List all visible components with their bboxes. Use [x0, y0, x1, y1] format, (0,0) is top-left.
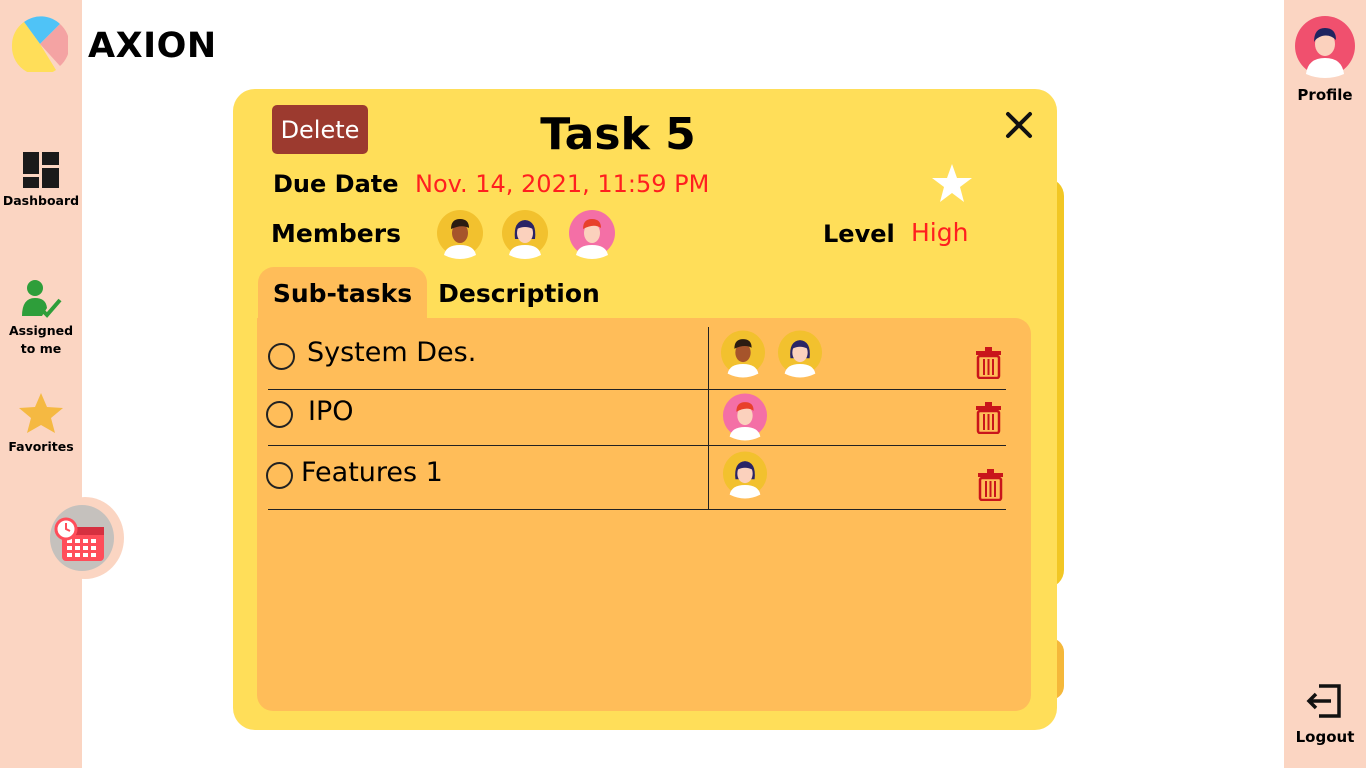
subtask-name: System Des.	[307, 337, 477, 368]
subtasks-panel: System Des. IPO Features 1	[257, 318, 1031, 711]
logout-icon	[1306, 684, 1341, 718]
subtask-checkbox[interactable]	[268, 343, 295, 370]
subtask-name: Features 1	[301, 457, 443, 488]
axion-logo-icon	[11, 16, 68, 72]
close-icon[interactable]	[1001, 107, 1037, 143]
task-detail-modal: Delete Task 5 Due Date Nov. 14, 2021, 11…	[233, 89, 1057, 730]
sidebar-item-dashboard-label: Dashboard	[2, 193, 80, 208]
assignee-avatar-woman	[722, 451, 768, 499]
subtask-checkbox[interactable]	[266, 401, 293, 428]
logout-label: Logout	[1295, 728, 1355, 746]
subtask-checkbox[interactable]	[266, 462, 293, 489]
sidebar-item-assigned[interactable]: Assigned to me	[0, 278, 82, 358]
calendar-button-background	[50, 505, 114, 571]
due-date-value[interactable]: Nov. 14, 2021, 11:59 PM	[415, 170, 709, 198]
trash-icon[interactable]	[975, 402, 1002, 434]
subtask-name: IPO	[308, 396, 354, 427]
assignee-avatar-woman	[777, 330, 823, 378]
brand-name: AXION	[88, 26, 217, 66]
calendar-button[interactable]	[46, 497, 124, 579]
members-label: Members	[271, 219, 401, 248]
row-divider	[268, 445, 1006, 446]
star-icon	[19, 393, 63, 433]
due-date-label: Due Date	[273, 170, 399, 198]
favorite-star-icon[interactable]	[931, 163, 973, 205]
sidebar-item-assigned-label-1: Assigned	[8, 323, 74, 338]
profile-avatar-icon	[1295, 16, 1355, 78]
assignee-avatar-redhead	[722, 393, 768, 441]
level-label: Level	[823, 220, 895, 248]
task-title: Task 5	[540, 109, 696, 160]
dashboard-grid-icon	[23, 152, 59, 188]
row-divider	[268, 389, 1006, 390]
trash-icon[interactable]	[977, 469, 1004, 501]
logout-button[interactable]: Logout	[1284, 682, 1366, 746]
sidebar-item-favorites-label: Favorites	[8, 439, 74, 454]
profile-button[interactable]: Profile	[1284, 14, 1366, 104]
member-avatar-redhead[interactable]	[568, 209, 616, 259]
member-avatar-woman[interactable]	[501, 209, 549, 259]
sidebar-item-assigned-label-2: to me	[20, 341, 62, 356]
row-divider	[268, 509, 1006, 510]
assignee-avatar-man	[720, 330, 766, 378]
left-sidebar: Dashboard Assigned to me Favorites	[0, 0, 82, 768]
table-column-divider	[708, 327, 709, 510]
calendar-clock-icon	[54, 517, 104, 561]
trash-icon[interactable]	[975, 347, 1002, 379]
tab-description[interactable]: Description	[433, 267, 605, 319]
assigned-user-check-icon	[22, 280, 62, 318]
tab-subtasks[interactable]: Sub-tasks	[258, 267, 427, 319]
profile-label: Profile	[1297, 86, 1353, 104]
sidebar-item-favorites[interactable]: Favorites	[0, 392, 82, 456]
sidebar-item-dashboard[interactable]: Dashboard	[0, 152, 82, 210]
level-value[interactable]: High	[911, 218, 968, 247]
right-sidebar: Profile Logout	[1284, 0, 1366, 768]
delete-task-button[interactable]: Delete	[272, 105, 368, 154]
member-avatar-man[interactable]	[436, 209, 484, 259]
